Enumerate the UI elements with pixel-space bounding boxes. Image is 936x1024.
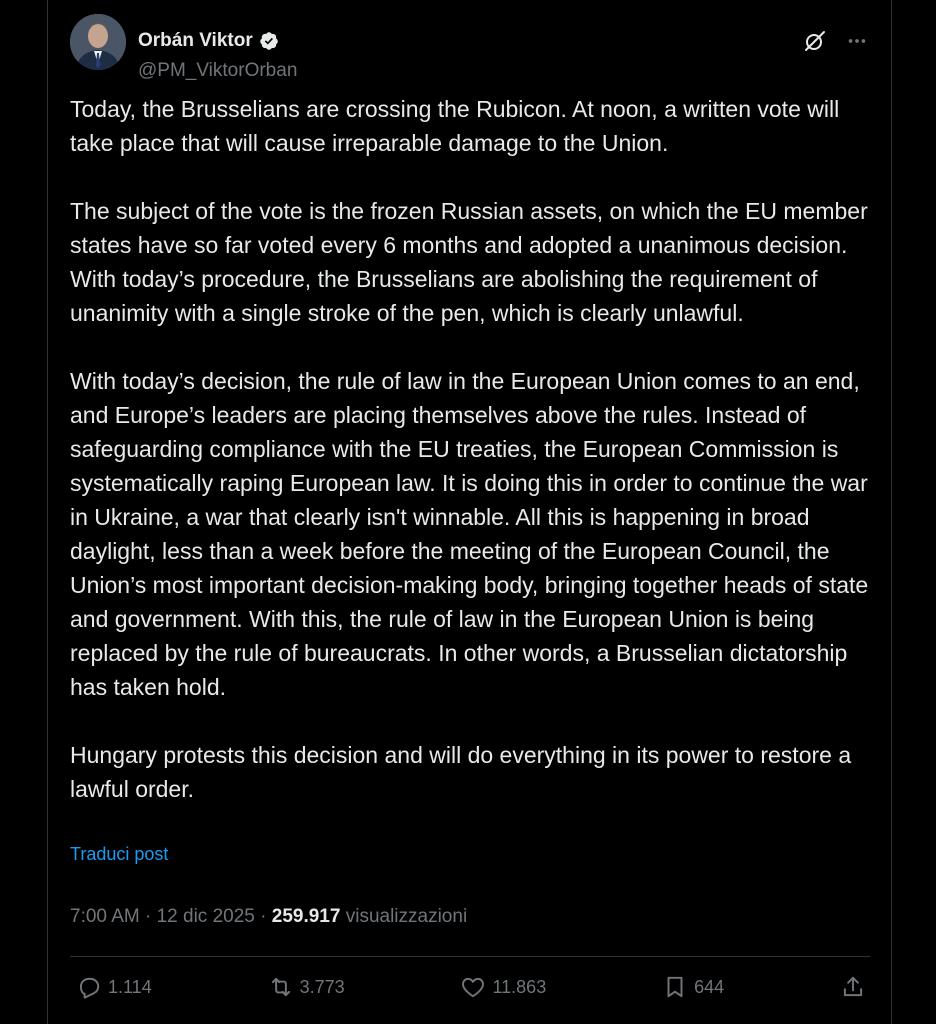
avatar[interactable] — [70, 14, 126, 70]
reply-button[interactable]: 1.114 — [76, 974, 152, 1000]
views-count: 259.917 — [271, 906, 341, 927]
views-label: visualizzazioni — [345, 906, 468, 927]
tweet-time[interactable]: 7:00 AM — [70, 906, 140, 927]
tweet-actions-bar: 1.114 3.773 11.863 644 — [76, 974, 866, 1000]
bookmark-count: 644 — [694, 976, 725, 997]
like-icon — [460, 974, 486, 1000]
retweet-button[interactable]: 3.773 — [268, 974, 345, 1000]
verified-badge-icon — [259, 31, 279, 51]
bookmark-button[interactable]: 644 — [662, 974, 724, 1000]
share-button[interactable] — [840, 974, 866, 1000]
tweet-text: Today, the Brusselians are crossing the … — [70, 92, 870, 806]
tweet-paragraph: With today’s decision, the rule of law i… — [70, 368, 869, 700]
tweet-paragraph: Today, the Brusselians are crossing the … — [70, 96, 840, 156]
reply-count: 1.114 — [108, 976, 152, 997]
like-count: 11.863 — [492, 976, 547, 997]
retweet-count: 3.773 — [299, 976, 345, 997]
tweet-paragraph: Hungary protests this decision and will … — [70, 742, 852, 802]
author-handle[interactable]: @PM_ViktorOrban — [138, 60, 297, 82]
tweet-meta: 7:00 AM · 12 dic 2025 · 259.917 visualiz… — [70, 904, 467, 930]
author-name-row: Orbán Viktor — [138, 30, 279, 52]
meta-separator: · — [260, 906, 267, 927]
share-icon — [840, 974, 866, 1000]
grok-icon[interactable] — [802, 28, 828, 54]
tweet-date[interactable]: 12 dic 2025 — [157, 906, 255, 927]
author-display-name[interactable]: Orbán Viktor — [138, 30, 253, 52]
tweet-paragraph: The subject of the vote is the frozen Ru… — [70, 198, 868, 326]
retweet-icon — [268, 974, 294, 1000]
reply-icon — [76, 974, 102, 1000]
more-icon[interactable] — [844, 28, 870, 54]
meta-separator: · — [145, 906, 152, 927]
tweet-top-actions — [802, 28, 870, 54]
bookmark-icon — [662, 974, 688, 1000]
like-button[interactable]: 11.863 — [460, 974, 546, 1000]
translate-post-link[interactable]: Traduci post — [70, 844, 168, 865]
divider — [70, 956, 870, 957]
